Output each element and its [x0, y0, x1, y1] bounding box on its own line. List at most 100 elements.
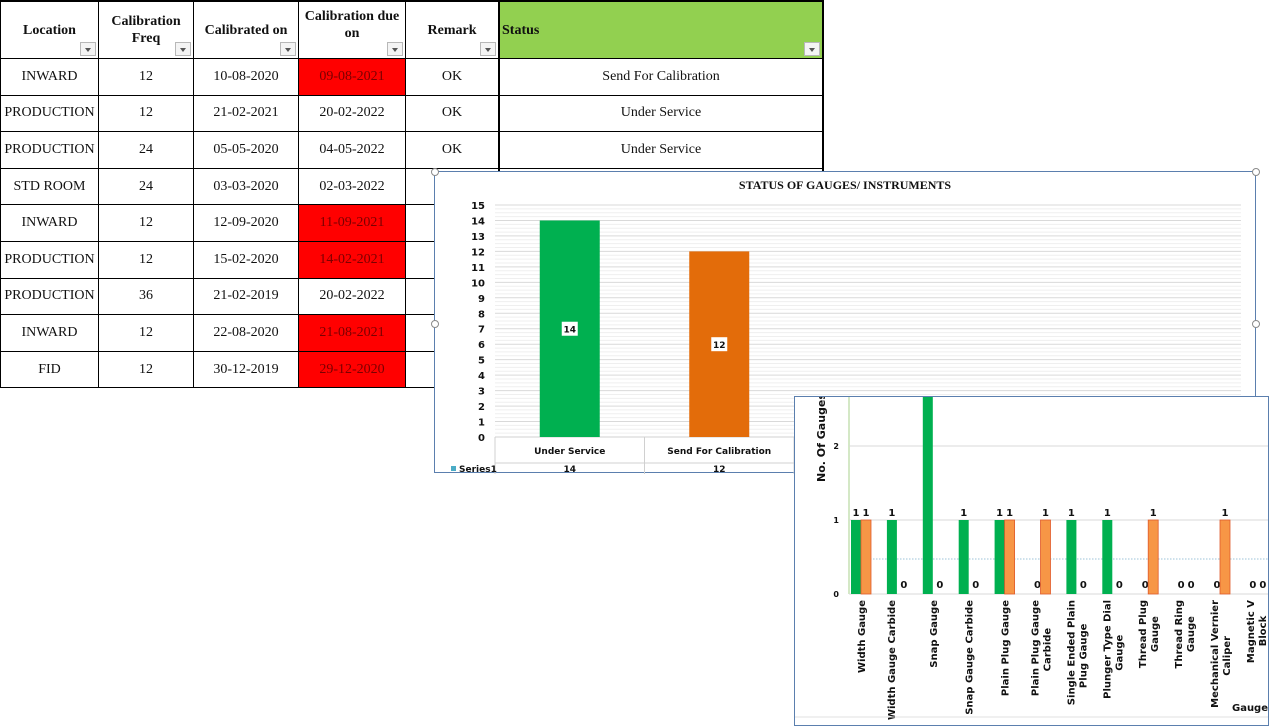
header-label: Location: [23, 22, 76, 38]
bar-send-for-calibration: [1004, 519, 1016, 595]
cell-due-on[interactable]: 09-08-2021: [298, 58, 406, 96]
header-row: Location Calibration Freq (Months) Calib…: [0, 0, 824, 59]
category-label: Under Service: [534, 447, 605, 457]
cell-location[interactable]: PRODUCTION: [0, 277, 99, 316]
cell-freq[interactable]: 24: [98, 167, 194, 206]
cell-location[interactable]: PRODUCTION: [0, 94, 99, 133]
cell-location[interactable]: INWARD: [0, 58, 99, 96]
cell-freq[interactable]: 12: [98, 350, 194, 389]
cell-freq[interactable]: 12: [98, 240, 194, 279]
cell-due-on[interactable]: 29-12-2020: [298, 350, 406, 389]
header-calibration-due-on: Calibration due on: [298, 0, 406, 59]
gauge-type-chart[interactable]: 0 1 2 No. Of Gauges/I 1 1 Width Gauge 1 0 Width G…: [794, 396, 1269, 726]
cell-location[interactable]: INWARD: [0, 314, 99, 352]
category-label: Send For Calibration: [667, 447, 771, 457]
cell-freq[interactable]: 24: [98, 131, 194, 169]
header-label: Remark: [427, 22, 477, 38]
cell-calibrated-on[interactable]: 05-05-2020: [193, 131, 299, 169]
cell-status[interactable]: Under Service: [498, 94, 824, 133]
category-label: Width Gauge Carbide: [887, 600, 898, 720]
y-tick-label: 2: [478, 402, 485, 413]
data-label: 0: [936, 580, 943, 591]
cell-calibrated-on[interactable]: 21-02-2021: [193, 94, 299, 133]
chart-resize-handle[interactable]: [431, 168, 439, 176]
category-label-line: Plain Plug Gauge: [1031, 600, 1042, 696]
cell-status[interactable]: Send For Calibration: [498, 58, 824, 96]
cell-calibrated-on[interactable]: 22-08-2020: [193, 314, 299, 352]
data-label: 0: [1034, 580, 1041, 591]
cell-location[interactable]: STD ROOM: [0, 167, 99, 206]
data-label: 0: [1178, 580, 1185, 591]
category-label-line: Plug Gauge: [1078, 623, 1089, 688]
data-table-value: 14: [563, 465, 576, 474]
cell-freq[interactable]: 12: [98, 58, 194, 96]
category-label-line: Thread Ring: [1174, 600, 1185, 668]
filter-dropdown-icon[interactable]: [80, 42, 96, 56]
cell-freq[interactable]: 12: [98, 314, 194, 352]
cell-calibrated-on[interactable]: 10-08-2020: [193, 58, 299, 96]
chart-resize-handle[interactable]: [1252, 320, 1260, 328]
cell-calibrated-on[interactable]: 30-12-2019: [193, 350, 299, 389]
cell-due-on[interactable]: 20-02-2022: [298, 94, 406, 133]
y-tick-label: 1: [833, 516, 839, 525]
cell-due-on[interactable]: 14-02-2021: [298, 240, 406, 279]
cell-location[interactable]: PRODUCTION: [0, 131, 99, 169]
y-tick-label: 0: [833, 590, 839, 599]
cell-freq[interactable]: 12: [98, 204, 194, 242]
cell-remark[interactable]: OK: [405, 94, 500, 133]
data-label: 1: [960, 508, 967, 519]
cell-remark[interactable]: OK: [405, 131, 500, 169]
data-label: 0: [1080, 580, 1087, 591]
cell-location[interactable]: INWARD: [0, 204, 99, 242]
header-location: Location: [0, 0, 99, 59]
category-label: Snap Gauge: [929, 600, 940, 668]
cell-calibrated-on[interactable]: 12-09-2020: [193, 204, 299, 242]
bar-under-service: [886, 520, 897, 594]
category-label: Width Gauge: [857, 600, 868, 673]
category-label-line: Gauge: [1186, 616, 1197, 652]
chart-resize-handle[interactable]: [1252, 168, 1260, 176]
data-label: 1: [1222, 508, 1229, 519]
cell-calibrated-on[interactable]: 03-03-2020: [193, 167, 299, 206]
data-label: 0: [1188, 580, 1195, 591]
cell-calibrated-on[interactable]: 21-02-2019: [193, 277, 299, 316]
filter-dropdown-icon[interactable]: [280, 42, 296, 56]
bar-send-for-calibration: [1147, 519, 1159, 595]
category-label-line: Snap Gauge Carbide: [965, 600, 976, 715]
category-label-line: Width Gauge Carbide: [887, 600, 898, 720]
category-label-line: Caliper: [1222, 636, 1233, 676]
header-label: Calibrated on: [204, 22, 288, 38]
category-label-line: Block: [1258, 615, 1269, 646]
cell-location[interactable]: PRODUCTION: [0, 240, 99, 279]
cell-status[interactable]: Under Service: [498, 131, 824, 169]
cell-location[interactable]: FID: [0, 350, 99, 389]
chart-resize-handle[interactable]: [431, 320, 439, 328]
cell-calibrated-on[interactable]: 15-02-2020: [193, 240, 299, 279]
filter-dropdown-icon[interactable]: [387, 42, 403, 56]
data-label: 0: [1116, 580, 1123, 591]
cell-due-on[interactable]: 11-09-2021: [298, 204, 406, 242]
data-label: 1: [853, 508, 860, 519]
cell-freq[interactable]: 12: [98, 94, 194, 133]
cell-due-on[interactable]: 04-05-2022: [298, 131, 406, 169]
category-label-line: Width Gauge: [857, 600, 868, 673]
y-tick-label: 3: [478, 387, 485, 398]
legend-key-icon: [451, 466, 456, 471]
cell-due-on[interactable]: 20-02-2022: [298, 277, 406, 316]
cell-freq[interactable]: 36: [98, 277, 194, 316]
cell-due-on[interactable]: 02-03-2022: [298, 167, 406, 206]
filter-dropdown-icon[interactable]: [480, 42, 496, 56]
y-tick-label: 0: [478, 433, 485, 444]
y-tick-label: 6: [478, 340, 485, 351]
cell-due-on[interactable]: 21-08-2021: [298, 314, 406, 352]
data-label: 1: [1042, 508, 1049, 519]
data-label: 1: [888, 508, 895, 519]
table-row: PRODUCTION 12 21-02-2021 20-02-2022 OK Under …: [0, 94, 824, 133]
cell-remark[interactable]: OK: [405, 58, 500, 96]
filter-dropdown-icon[interactable]: [175, 42, 191, 56]
bar-under-service: [1066, 520, 1077, 594]
filter-dropdown-icon[interactable]: [804, 42, 820, 56]
bar-under-service: [1102, 520, 1113, 594]
bar-send-for-calibration: [1219, 519, 1231, 595]
bar-send-for-calibration: [860, 519, 872, 595]
